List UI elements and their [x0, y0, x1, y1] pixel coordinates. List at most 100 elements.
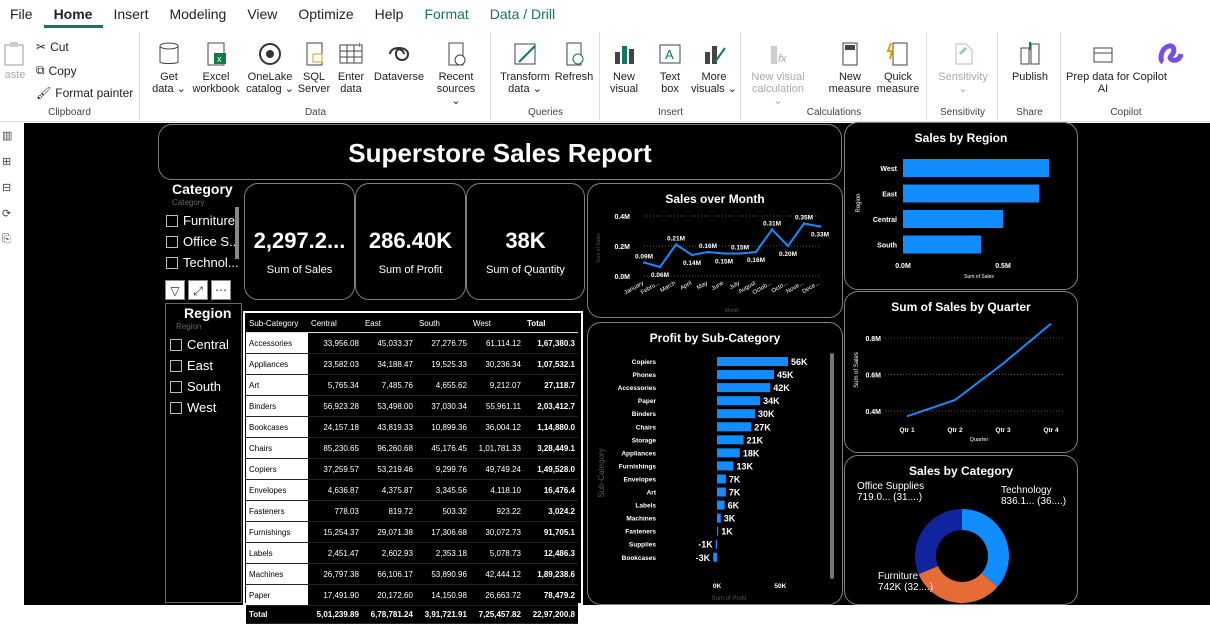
slicer-item-south[interactable]: South	[170, 379, 242, 394]
y-axis-label: Sum of Sales	[854, 352, 860, 388]
region-slicer[interactable]: Region Region Central East South West	[170, 305, 242, 415]
checkbox[interactable]	[166, 235, 178, 248]
kpi-card-sales[interactable]: 2,297.2... Sum of Sales	[244, 183, 355, 300]
sql-icon	[306, 42, 323, 66]
focus-mode-icon[interactable]: ⤢	[188, 280, 208, 300]
table-row[interactable]: Envelopes 4,636.87 4,375.87 3,345.56 4,118.1…	[246, 479, 578, 501]
table-row[interactable]: Copiers 37,259.57 53,219.46 9,299.76 49,749.…	[246, 458, 578, 480]
matrix-column-header[interactable]: Sub-Category	[246, 315, 308, 333]
menu-data-drill[interactable]: Data / Drill	[480, 6, 566, 28]
table-row[interactable]: Accessories 33,956.08 45,033.37 27,276.75 61…	[246, 332, 578, 354]
format-painter-button[interactable]: 🖌 Format painter	[36, 86, 133, 100]
kpi-card-quantity[interactable]: 38K Sum of Quantity	[466, 183, 585, 300]
profit-by-subcategory-card[interactable]: Profit by Sub-Category Copiers 56K Phones 4…	[587, 322, 843, 605]
onelake-catalog-button[interactable]: OneLake catalog ⌄	[245, 40, 295, 95]
sales-matrix[interactable]: Sub-Category Central East South West Total Ac…	[246, 315, 578, 624]
new-measure-button[interactable]: New measure	[828, 40, 872, 95]
filter-icon[interactable]: ▽	[165, 280, 185, 300]
bar	[903, 210, 1003, 228]
recent-sources-button[interactable]: Recent sources ⌄	[431, 40, 481, 107]
checkbox[interactable]	[170, 338, 182, 351]
sales-by-category-chart: Technology836.1... (36....) Furniture742K…	[857, 481, 1066, 603]
publish-button[interactable]: Publish	[1005, 40, 1055, 83]
x-tick-label: Qtr 1	[899, 427, 915, 434]
excel-icon: x	[207, 42, 226, 66]
sales-by-region-card[interactable]: Sales by Region West East Central South 0.0M…	[844, 122, 1078, 290]
table-row[interactable]: Appliances 23,582.03 34,188.47 19,525.33 30,…	[246, 353, 578, 375]
model-view-icon[interactable]: ⊟	[2, 181, 22, 201]
new-visual-button[interactable]: New visual	[607, 40, 641, 95]
more-visuals-button[interactable]: More visuals ⌄	[691, 40, 737, 95]
sensitivity-label2: ⌄	[958, 83, 968, 95]
sensitivity-button[interactable]: Sensitivity ⌄	[932, 40, 994, 95]
category-slicer[interactable]: Category Category Furniture Office S... …	[166, 181, 242, 270]
table-cell: 2,03,412.7	[523, 395, 578, 417]
menu-modeling[interactable]: Modeling	[159, 6, 237, 28]
checkbox[interactable]	[166, 214, 178, 227]
report-view-icon[interactable]: ▥	[2, 129, 22, 149]
sales-by-quarter-card[interactable]: Sum of Sales by Quarter 0.4M 0.6M 0.8M Qtr …	[844, 291, 1078, 453]
sql-server-button[interactable]: SQL Server	[297, 40, 331, 95]
matrix-column-header[interactable]: Central	[307, 315, 362, 333]
menu-help[interactable]: Help	[365, 6, 415, 28]
menu-file[interactable]: File	[0, 6, 44, 28]
slicer-item-west[interactable]: West	[170, 400, 242, 415]
copy-button[interactable]: ⧉ Copy	[36, 63, 77, 78]
table-cell: 1,07,532.1	[523, 353, 578, 375]
matrix-column-header[interactable]: Total	[523, 315, 578, 333]
table-row[interactable]: Labels 2,451.47 2,602.93 2,353.18 5,078.73 12…	[246, 542, 578, 564]
table-view-icon[interactable]: ⊞	[2, 155, 22, 175]
slicer-item-office-supplies[interactable]: Office S...	[166, 234, 242, 249]
table-row[interactable]: Furnishings 15,254.37 29,071.38 17,306.68 30…	[246, 521, 578, 543]
category-slicer-scrollbar[interactable]	[235, 207, 239, 259]
text-box-button[interactable]: A Text box	[653, 40, 687, 95]
slicer-item-east[interactable]: East	[170, 358, 242, 373]
quick-measure-button[interactable]: Quick measure	[874, 40, 922, 95]
copilot-button[interactable]	[1156, 40, 1186, 71]
table-row[interactable]: Chairs 85,230.65 96,260.68 45,176.45 1,01,78…	[246, 437, 578, 459]
get-data-button[interactable]: Get data ⌄	[149, 40, 189, 95]
bar	[717, 370, 775, 380]
checkbox[interactable]	[166, 256, 178, 269]
menu-home[interactable]: Home	[43, 6, 104, 28]
slicer-item-technology[interactable]: Technol...	[166, 255, 242, 270]
sales-over-month-card[interactable]: Sales over Month 0.0M 0.2M 0.4M 0.09M 0.06M 0…	[587, 183, 843, 318]
checkbox[interactable]	[170, 380, 182, 393]
dataverse-button[interactable]: Dataverse	[371, 40, 427, 83]
matrix-column-header[interactable]: East	[361, 315, 416, 333]
tmdl-view-icon[interactable]: ⎘	[2, 233, 22, 253]
transform-data-button[interactable]: Transform data ⌄	[498, 40, 552, 95]
menu-view[interactable]: View	[237, 6, 288, 28]
table-cell: 2,353.18	[415, 542, 470, 564]
checkbox[interactable]	[170, 359, 182, 372]
prep-data-copilot-button[interactable]: Prep data for Copilot AI	[1066, 40, 1167, 95]
enter-data-button[interactable]: + Enter data	[333, 40, 369, 95]
sales-by-category-card[interactable]: Sales by Category Technology 836.1... (36…	[844, 455, 1078, 605]
refresh-button[interactable]: Refresh	[552, 40, 596, 83]
slicer-item-central[interactable]: Central	[170, 337, 242, 352]
matrix-column-header[interactable]: South	[415, 315, 470, 333]
new-visual-calculation-button[interactable]: fx New visual calculation ⌄	[746, 40, 810, 107]
slicer-item-furniture[interactable]: Furniture	[166, 213, 242, 228]
checkbox[interactable]	[170, 401, 182, 414]
table-row[interactable]: Paper 17,491.90 20,172.60 14,150.98 26,663.7…	[246, 584, 578, 606]
table-row[interactable]: Fasteners 778.03 819.72 503.32 923.22 3,024.2	[246, 500, 578, 522]
more-options-icon[interactable]: ⋯	[211, 280, 231, 300]
table-row[interactable]: Bookcases 24,157.18 43,819.33 10,899.36 36,0…	[246, 416, 578, 438]
dax-query-icon[interactable]: ⟳	[2, 207, 22, 227]
kpi-card-profit[interactable]: 286.40K Sum of Profit	[355, 183, 466, 300]
menu-optimize[interactable]: Optimize	[288, 6, 364, 28]
cut-button[interactable]: ✂ Cut	[36, 40, 69, 54]
copy-label: Copy	[48, 63, 77, 78]
report-title: Superstore Sales Report	[348, 137, 652, 168]
sql-label: SQL	[302, 71, 325, 83]
table-row[interactable]: Machines 26,797.38 66,106.17 53,890.96 42,44…	[246, 563, 578, 585]
table-row[interactable]: Binders 56,923.28 53,498.00 37,030.34 55,961…	[246, 395, 578, 417]
excel-workbook-button[interactable]: x Excel workbook	[189, 40, 243, 95]
menu-format[interactable]: Format	[414, 6, 479, 28]
matrix-column-header[interactable]: West	[469, 315, 524, 333]
cut-label: Cut	[50, 40, 69, 54]
paste-button[interactable]: aste	[0, 40, 30, 81]
menu-insert[interactable]: Insert	[103, 6, 159, 28]
table-row[interactable]: Art 5,765.34 7,485.76 4,655.62 9,212.07 27,11…	[246, 374, 578, 396]
